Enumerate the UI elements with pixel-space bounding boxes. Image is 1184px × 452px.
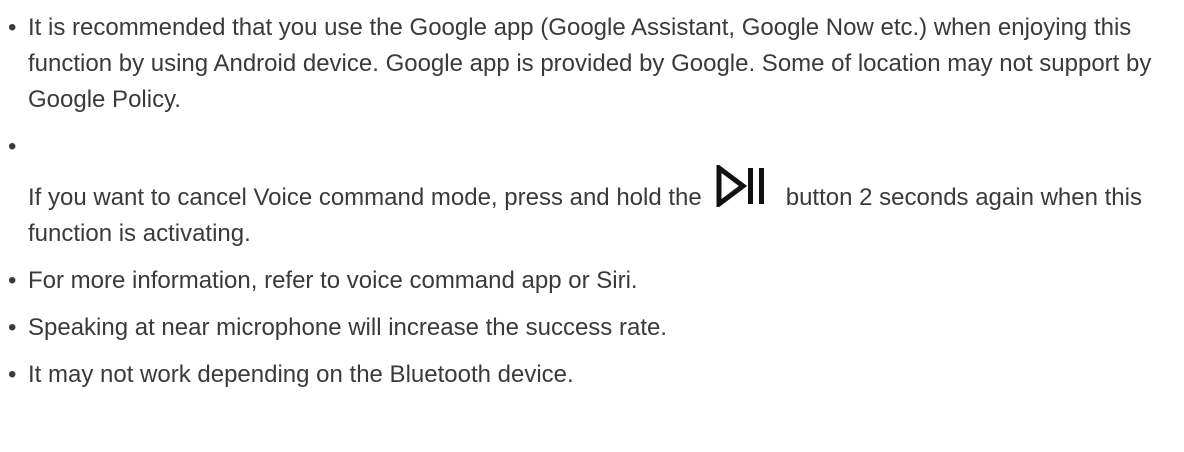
note-text: It may not work depending on the Bluetoo… xyxy=(28,361,574,388)
bullet: • xyxy=(8,14,17,41)
notes-list: • It is recommended that you use the Goo… xyxy=(0,0,1184,393)
bullet: • xyxy=(8,133,17,160)
bullet: • xyxy=(8,267,17,294)
bullet: • xyxy=(8,361,17,388)
note-text-before-icon: If you want to cancel Voice command mode… xyxy=(28,184,702,211)
note-text: Speaking at near microphone will increas… xyxy=(28,314,667,341)
note-more-information: • For more information, refer to voice c… xyxy=(8,263,1184,299)
note-text: It is recommended that you use the Googl… xyxy=(28,14,1152,113)
bullet: • xyxy=(8,314,17,341)
note-bluetooth-compatibility: • It may not work depending on the Bluet… xyxy=(8,357,1184,393)
play-pause-icon xyxy=(716,165,768,207)
note-microphone-tip: • Speaking at near microphone will incre… xyxy=(8,310,1184,346)
note-google-app: • It is recommended that you use the Goo… xyxy=(8,10,1184,118)
note-cancel-voice-command: • If you want to cancel Voice command mo… xyxy=(8,129,1184,252)
note-text: For more information, refer to voice com… xyxy=(28,267,638,294)
